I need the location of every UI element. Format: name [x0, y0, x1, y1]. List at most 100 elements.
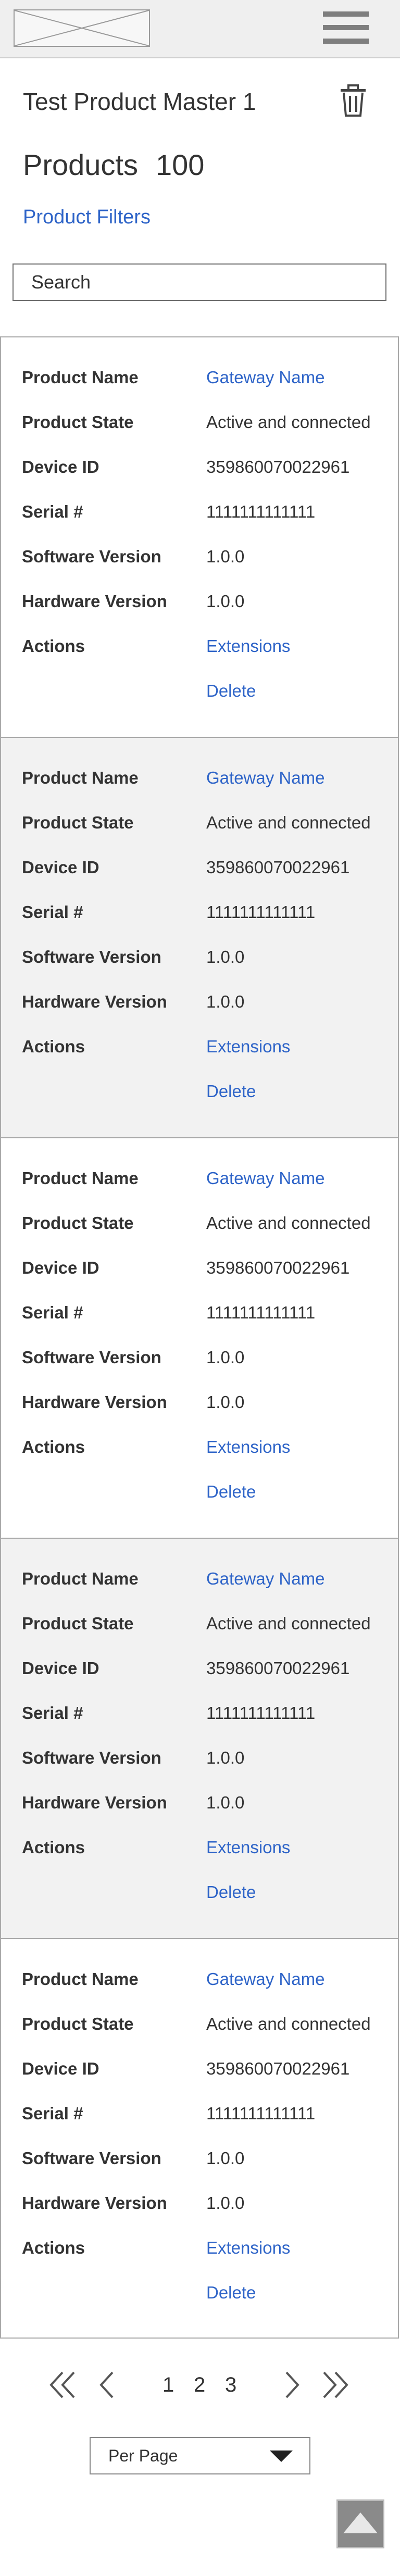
product-field-row: Device ID 359860070022961 [22, 457, 381, 481]
field-label: Serial # [22, 2104, 83, 2123]
software-version: 1.0.0 [206, 1348, 245, 1367]
extensions-link[interactable]: Extensions [206, 2238, 290, 2258]
delete-link[interactable]: Delete [206, 2283, 256, 2303]
field-label: Hardware Version [22, 992, 167, 1011]
software-version: 1.0.0 [206, 2148, 245, 2168]
extensions-link[interactable]: Extensions [206, 1437, 290, 1457]
product-field-row: Serial # 1111111111111 [22, 1703, 381, 1727]
product-field-row: Hardware Version 1.0.0 [22, 992, 381, 1016]
field-label: Software Version [22, 1748, 161, 1767]
product-field-row: Product State Active and connected [22, 1213, 381, 1237]
page-number-3[interactable]: 3 [225, 2373, 236, 2397]
arrow-up-icon[interactable] [336, 2499, 384, 2548]
device-id: 359860070022961 [206, 1258, 350, 1277]
product-field-row: Product Name Gateway Name [22, 368, 381, 392]
product-field-row: Product State Active and connected [22, 1614, 381, 1638]
per-page-label: Per Page [108, 2446, 178, 2465]
page-number-2[interactable]: 2 [194, 2373, 205, 2397]
extensions-link[interactable]: Extensions [206, 636, 290, 656]
delete-link[interactable]: Delete [206, 681, 256, 701]
trash-icon[interactable] [340, 84, 367, 117]
product-field-row: Serial # 1111111111111 [22, 502, 381, 526]
field-label: Product State [22, 412, 134, 432]
product-field-row: Device ID 359860070022961 [22, 2059, 381, 2083]
field-label: Actions [22, 2238, 85, 2257]
product-name-link[interactable]: Gateway Name [206, 368, 324, 387]
device-id: 359860070022961 [206, 1658, 350, 1678]
field-label: Actions [22, 1437, 85, 1456]
field-label: Product Name [22, 768, 139, 787]
product-field-row: Software Version 1.0.0 [22, 1348, 381, 1372]
product-field-row: Delete [22, 1482, 381, 1506]
delete-link[interactable]: Delete [206, 1082, 256, 1101]
product-state: Active and connected [206, 412, 371, 432]
product-state: Active and connected [206, 1213, 371, 1233]
product-card: Product Name Gateway Name Product State Act… [0, 737, 399, 1137]
product-field-row: Product Name Gateway Name [22, 768, 381, 792]
per-page-select[interactable]: Per Page [90, 2437, 310, 2474]
product-field-row: Actions Extensions [22, 1838, 381, 1862]
product-filters-link[interactable]: Product Filters [23, 206, 151, 229]
product-field-row: Hardware Version 1.0.0 [22, 1392, 381, 1416]
serial-number: 1111111111111 [206, 902, 316, 922]
product-name-link[interactable]: Gateway Name [206, 1168, 324, 1188]
product-field-row: Product Name Gateway Name [22, 1168, 381, 1192]
page-number-1[interactable]: 1 [162, 2373, 174, 2397]
software-version: 1.0.0 [206, 547, 245, 566]
app-header [0, 0, 400, 58]
field-label: Device ID [22, 858, 99, 877]
product-card: Product Name Gateway Name Product State Act… [0, 1137, 399, 1538]
field-label: Product Name [22, 1969, 139, 1989]
product-field-row: Delete [22, 2283, 381, 2307]
products-summary: Products 100 [23, 148, 204, 182]
field-label: Product State [22, 1614, 134, 1633]
extensions-link[interactable]: Extensions [206, 1838, 290, 1857]
hamburger-menu-icon[interactable] [323, 11, 369, 44]
product-field-row: Delete [22, 1082, 381, 1105]
product-name-link[interactable]: Gateway Name [206, 1969, 324, 1989]
product-state: Active and connected [206, 813, 371, 832]
extensions-link[interactable]: Extensions [206, 1037, 290, 1057]
hardware-version: 1.0.0 [206, 592, 245, 611]
product-field-row: Delete [22, 681, 381, 705]
field-label: Serial # [22, 1703, 83, 1723]
product-card: Product Name Gateway Name Product State Act… [0, 1538, 399, 1938]
delete-link[interactable]: Delete [206, 1882, 256, 1902]
product-card: Product Name Gateway Name Product State Act… [0, 336, 399, 737]
double-chevron-left-icon[interactable] [48, 2369, 79, 2403]
product-field-row: Actions Extensions [22, 2238, 381, 2262]
product-name-link[interactable]: Gateway Name [206, 768, 324, 788]
field-label: Serial # [22, 902, 83, 922]
chevron-left-icon[interactable] [98, 2369, 117, 2403]
field-label: Actions [22, 1037, 85, 1056]
product-field-row: Product State Active and connected [22, 412, 381, 436]
software-version: 1.0.0 [206, 1748, 245, 1767]
field-label: Device ID [22, 1658, 99, 1678]
field-label: Hardware Version [22, 1793, 167, 1812]
product-name-link[interactable]: Gateway Name [206, 1569, 324, 1589]
field-label: Serial # [22, 1303, 83, 1322]
delete-link[interactable]: Delete [206, 1482, 256, 1502]
field-label: Hardware Version [22, 592, 167, 611]
field-label: Device ID [22, 2059, 99, 2078]
device-id: 359860070022961 [206, 858, 350, 877]
field-label: Actions [22, 1838, 85, 1857]
field-label: Product State [22, 1213, 134, 1233]
product-state: Active and connected [206, 1614, 371, 1633]
chevron-right-icon[interactable] [282, 2369, 301, 2403]
field-label: Device ID [22, 457, 99, 476]
hardware-version: 1.0.0 [206, 1392, 245, 1412]
search-input[interactable] [12, 263, 386, 301]
device-id: 359860070022961 [206, 2059, 350, 2078]
product-field-row: Hardware Version 1.0.0 [22, 592, 381, 615]
field-label: Hardware Version [22, 2193, 167, 2213]
field-label: Product Name [22, 1569, 139, 1588]
logo-placeholder-icon[interactable] [14, 9, 150, 47]
product-card: Product Name Gateway Name Product State Act… [0, 1938, 399, 2339]
product-field-row: Software Version 1.0.0 [22, 2148, 381, 2172]
field-label: Product Name [22, 368, 139, 387]
field-label: Product State [22, 813, 134, 832]
product-field-row: Actions Extensions [22, 636, 381, 660]
hardware-version: 1.0.0 [206, 2193, 245, 2213]
double-chevron-right-icon[interactable] [319, 2369, 350, 2403]
